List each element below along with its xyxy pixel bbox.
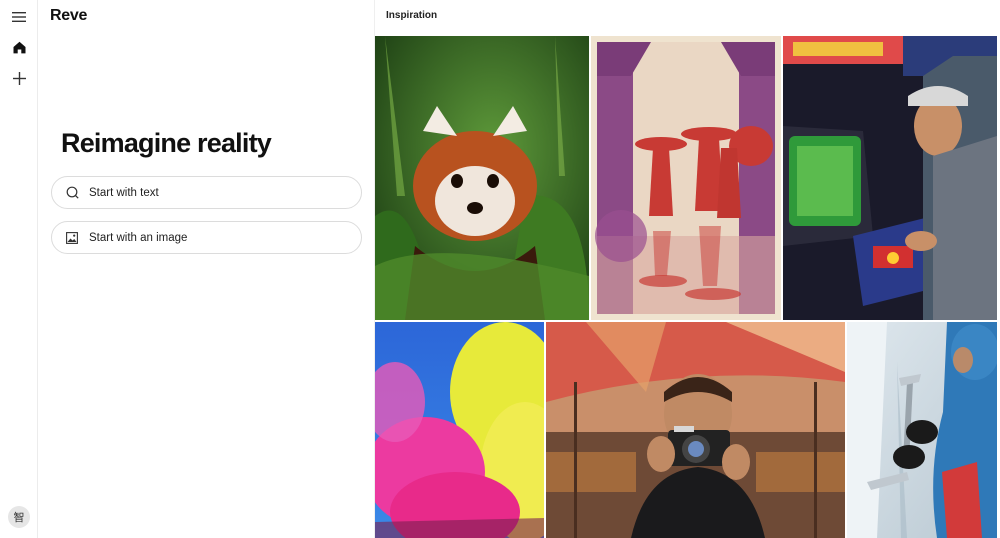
start-with-text-button[interactable]: Start with text [51,176,362,209]
avatar[interactable]: 智 [8,506,30,528]
start-with-image-button[interactable]: Start with an image [51,221,362,254]
inspiration-image-ice-climber[interactable] [847,322,997,538]
menu-icon [12,12,26,22]
home-button[interactable] [7,35,31,59]
start-with-text-label: Start with text [89,186,159,199]
search-icon [65,186,79,200]
image-icon [65,231,79,245]
home-icon [13,41,25,53]
plus-icon [12,71,26,85]
left-rail: 智 [0,0,38,538]
inspiration-image-market-photographer[interactable] [546,322,845,538]
inspiration-title: Inspiration [386,10,438,21]
new-button[interactable] [7,66,31,90]
inspiration-image-arcade-gamer[interactable] [783,36,997,320]
inspiration-image-color-smoke[interactable] [375,322,544,538]
brand-logo[interactable]: Reve [50,7,87,25]
inspiration-image-umbrella-print[interactable] [591,36,781,320]
menu-button[interactable] [7,5,31,29]
page-title: Reimagine reality [61,128,272,158]
start-with-image-label: Start with an image [89,231,188,244]
inspiration-image-red-panda[interactable] [375,36,589,320]
